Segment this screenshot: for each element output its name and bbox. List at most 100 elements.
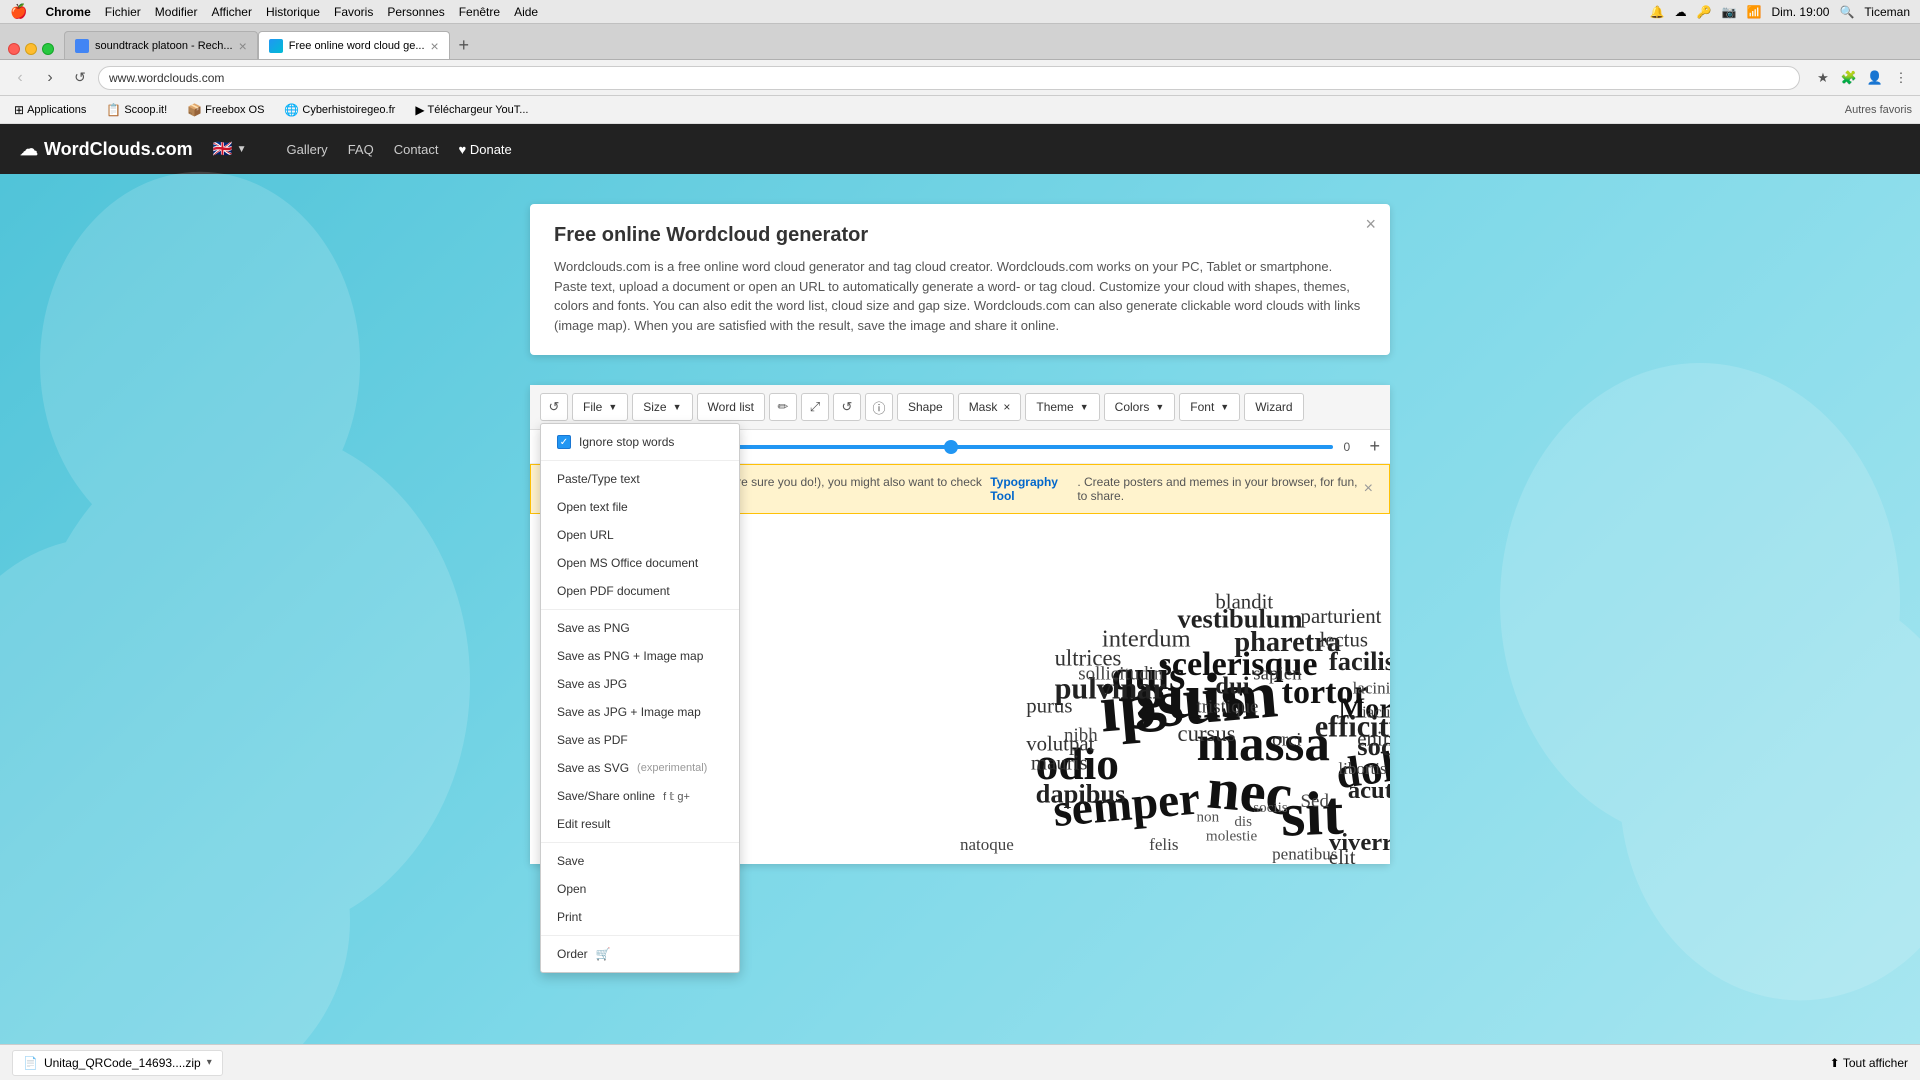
menu-personnes[interactable]: Personnes <box>387 5 444 19</box>
window-minimize-btn[interactable] <box>25 43 37 55</box>
tab2-close[interactable]: × <box>431 38 439 54</box>
colors-btn[interactable]: Colors ▼ <box>1104 393 1176 421</box>
paste-type-text-item[interactable]: Paste/Type text <box>541 465 739 493</box>
size-btn[interactable]: Size ▼ <box>632 393 692 421</box>
word-list-btn[interactable]: Word list <box>697 393 765 421</box>
resize-btn[interactable]: ⤢ <box>801 393 829 421</box>
bookmark-cyberhistoire[interactable]: 🌐 Cyberhistoiregeo.fr <box>278 101 401 119</box>
menu-afficher[interactable]: Afficher <box>211 5 251 19</box>
wizard-btn[interactable]: Wizard <box>1244 393 1303 421</box>
nav-faq[interactable]: FAQ <box>348 142 374 157</box>
ignore-stop-words-label: Ignore stop words <box>579 435 674 449</box>
download-item[interactable]: 📄 Unitag_QRCode_14693....zip ▾ <box>12 1050 223 1076</box>
save-share-item[interactable]: Save/Share online f 𝕥 g+ <box>541 782 739 810</box>
nav-contact[interactable]: Contact <box>394 142 439 157</box>
chrome-menu-btn[interactable]: ⋮ <box>1890 67 1912 89</box>
download-chevron[interactable]: ▾ <box>207 1057 212 1068</box>
open-label: Open <box>557 882 586 896</box>
bookmark-freeboxos[interactable]: 📦 Freebox OS <box>181 101 270 119</box>
typography-tool-link[interactable]: Typography Tool <box>990 475 1071 503</box>
address-bar[interactable]: www.wordclouds.com <box>98 66 1800 90</box>
edit-btn[interactable]: ✏ <box>769 393 797 421</box>
theme-btn[interactable]: Theme ▼ <box>1025 393 1099 421</box>
edit-result-item[interactable]: Edit result <box>541 810 739 838</box>
menu-aide[interactable]: Aide <box>514 5 538 19</box>
language-selector[interactable]: 🇬🇧 ▼ <box>213 139 247 159</box>
app-name[interactable]: Chrome <box>45 5 90 19</box>
slider-thumb[interactable] <box>944 440 958 454</box>
menu-fichier[interactable]: Fichier <box>105 5 141 19</box>
tool-wrapper: ↺ File ▼ Size ▼ Word list ✏ ⤢ ↺ ⓘ Shape <box>530 385 1390 864</box>
site-logo[interactable]: ☁ WordClouds.com <box>20 139 193 160</box>
logo-icon: ☁ <box>20 139 38 160</box>
open-url-item[interactable]: Open URL <box>541 521 739 549</box>
menubar-cloud[interactable]: ☁ <box>1675 5 1687 19</box>
menubar-notification[interactable]: 🔔 <box>1650 5 1665 19</box>
extensions-btn[interactable]: 🧩 <box>1838 67 1860 89</box>
tab1-close[interactable]: × <box>239 38 247 54</box>
shape-btn[interactable]: Shape <box>897 393 954 421</box>
save-svg-item[interactable]: Save as SVG (experimental) <box>541 754 739 782</box>
menu-fenetre[interactable]: Fenêtre <box>459 5 500 19</box>
refresh-btn[interactable]: ↺ <box>540 393 568 421</box>
nav-gallery[interactable]: Gallery <box>287 142 328 157</box>
window-close-btn[interactable] <box>8 43 20 55</box>
mask-btn[interactable]: Mask × <box>958 393 1022 421</box>
bookmark-youtube-label: Téléchargeur YouT... <box>428 104 529 116</box>
info-btn[interactable]: ⓘ <box>865 393 893 421</box>
bookmark-applications[interactable]: ⊞ Applications <box>8 101 92 119</box>
bookmark-scoopit[interactable]: 📋 Scoop.it! <box>100 101 173 119</box>
file-btn[interactable]: File ▼ <box>572 393 628 421</box>
open-pdf-item[interactable]: Open PDF document <box>541 577 739 605</box>
word-penatibus: penatibus <box>1272 844 1337 863</box>
site-nav: Gallery FAQ Contact ♥ Donate <box>287 142 512 157</box>
tab1-label: soundtrack platoon - Rech... <box>95 40 233 52</box>
open-text-file-item[interactable]: Open text file <box>541 493 739 521</box>
back-btn[interactable]: ‹ <box>8 66 32 90</box>
show-all-downloads[interactable]: ⬆ Tout afficher <box>1830 1056 1908 1070</box>
print-item[interactable]: Print <box>541 903 739 931</box>
tab-1[interactable]: soundtrack platoon - Rech... × <box>64 31 258 59</box>
order-item[interactable]: Order 🛒 <box>541 940 739 968</box>
bookmark-youtube[interactable]: ▶ Téléchargeur YouT... <box>409 101 534 119</box>
save-pdf-item[interactable]: Save as PDF <box>541 726 739 754</box>
bookmark-cyberhistoire-label: Cyberhistoiregeo.fr <box>302 104 395 116</box>
save-item[interactable]: Save <box>541 847 739 875</box>
menu-favoris[interactable]: Favoris <box>334 5 373 19</box>
colors-chevron: ▼ <box>1155 402 1164 412</box>
mask-close-icon[interactable]: × <box>1003 400 1010 414</box>
save-jpg-item[interactable]: Save as JPG <box>541 670 739 698</box>
menubar-key[interactable]: 🔑 <box>1697 5 1712 19</box>
menubar-camera[interactable]: 📷 <box>1722 5 1737 19</box>
nav-donate[interactable]: ♥ Donate <box>459 142 512 157</box>
new-tab-btn[interactable]: + <box>450 31 478 59</box>
file-dropdown-menu: ✓ Ignore stop words Paste/Type text Open… <box>540 423 740 973</box>
refresh-btn[interactable]: ↺ <box>68 66 92 90</box>
word-nibh: nibh <box>1064 725 1098 746</box>
menubar-search[interactable]: 🔍 <box>1839 5 1854 19</box>
profile-btn[interactable]: 👤 <box>1864 67 1886 89</box>
open-item[interactable]: Open <box>541 875 739 903</box>
info-banner-close-btn[interactable]: × <box>1365 214 1376 235</box>
rotate-btn[interactable]: ↺ <box>833 393 861 421</box>
other-bookmarks[interactable]: Autres favoris <box>1845 104 1912 116</box>
window-expand-btn[interactable] <box>42 43 54 55</box>
ignore-stop-words-checkbox[interactable]: ✓ <box>557 435 571 449</box>
divider-1 <box>541 460 739 461</box>
save-png-item[interactable]: Save as PNG <box>541 614 739 642</box>
apple-menu[interactable]: 🍎 <box>10 3 27 20</box>
open-ms-office-item[interactable]: Open MS Office document <box>541 549 739 577</box>
menu-historique[interactable]: Historique <box>266 5 320 19</box>
font-btn[interactable]: Font ▼ <box>1179 393 1240 421</box>
ignore-stop-words-item[interactable]: ✓ Ignore stop words <box>541 428 739 456</box>
forward-btn[interactable]: › <box>38 66 62 90</box>
menu-modifier[interactable]: Modifier <box>155 5 198 19</box>
save-png-map-item[interactable]: Save as PNG + Image map <box>541 642 739 670</box>
divider-4 <box>541 935 739 936</box>
alert-close-btn[interactable]: × <box>1364 480 1373 498</box>
slider-plus-btn[interactable]: + <box>1369 436 1380 457</box>
bookmark-btn[interactable]: ★ <box>1812 67 1834 89</box>
size-chevron: ▼ <box>673 402 682 412</box>
tab-2[interactable]: Free online word cloud ge... × <box>258 31 450 59</box>
save-jpg-map-item[interactable]: Save as JPG + Image map <box>541 698 739 726</box>
